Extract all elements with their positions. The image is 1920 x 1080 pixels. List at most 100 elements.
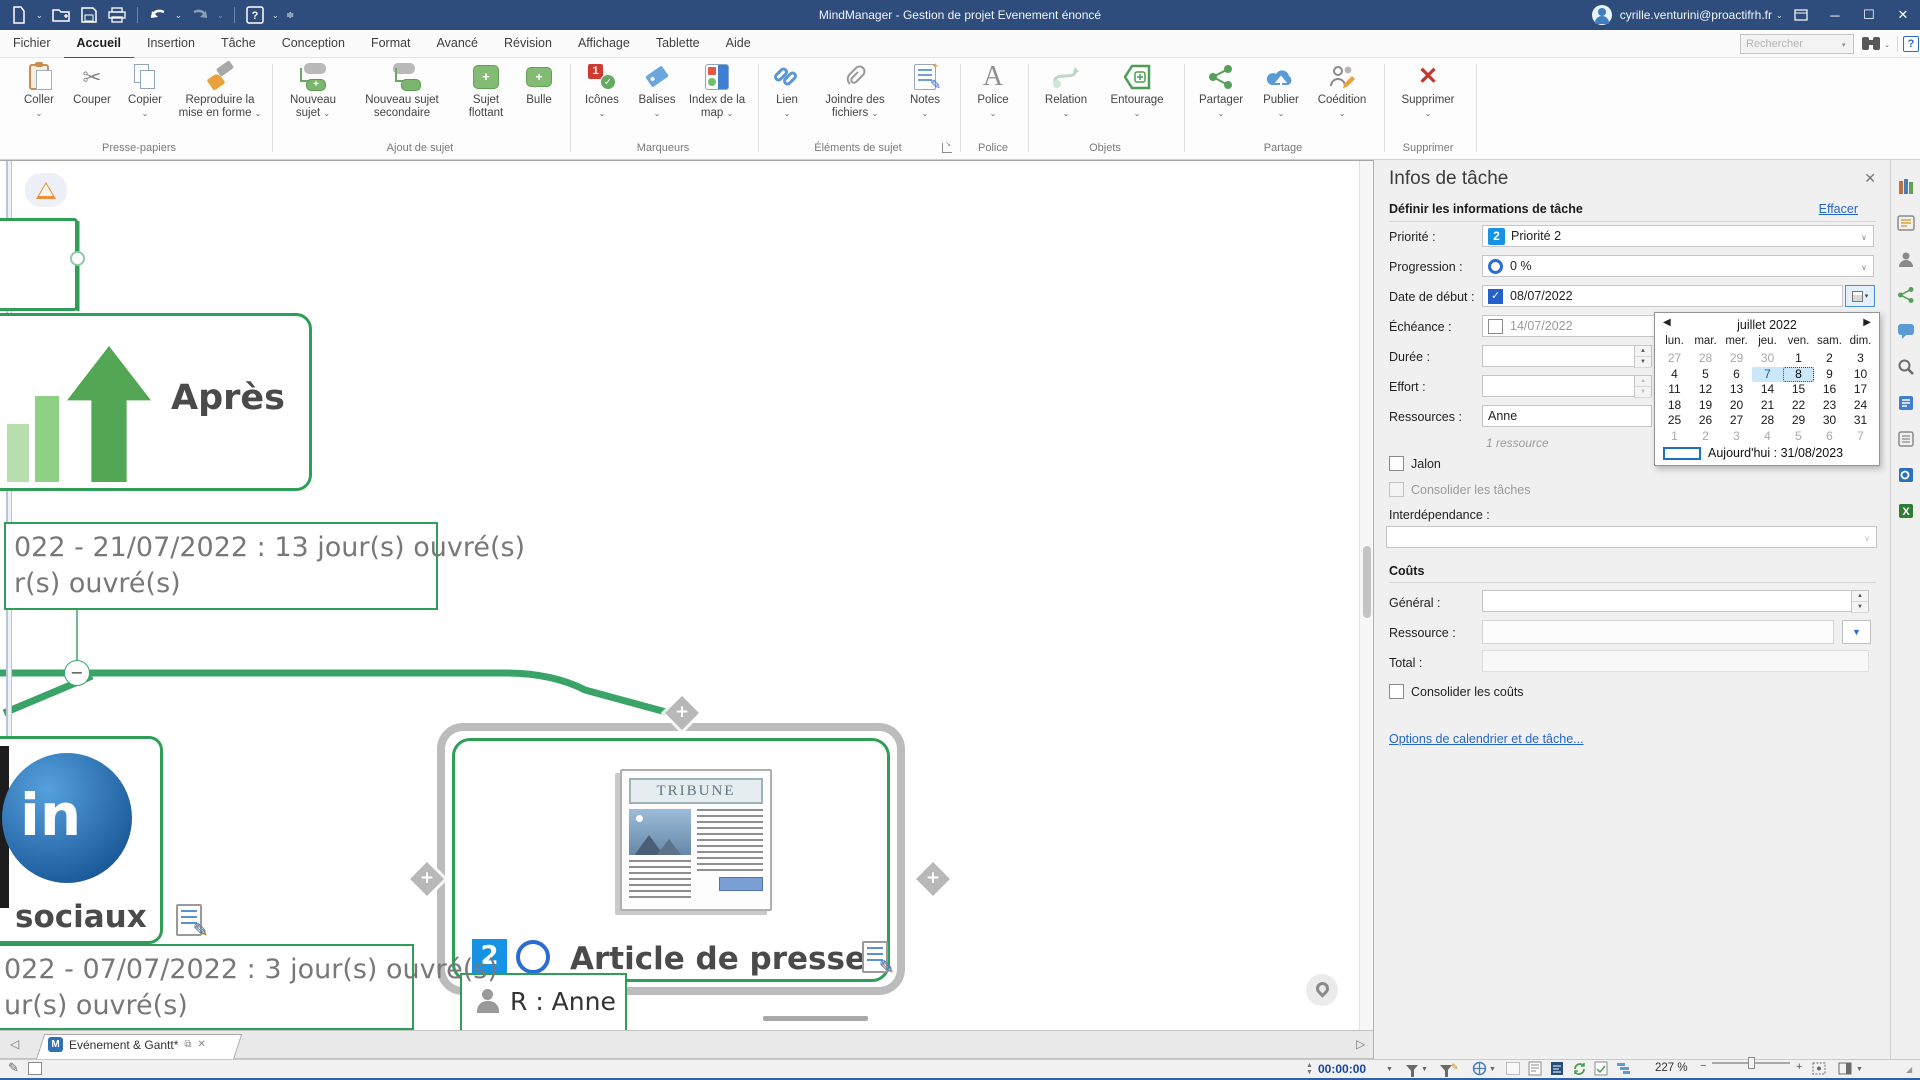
collapse-branch-button[interactable]: − [64,660,90,686]
search-dropdown-chevron[interactable]: ▾ [1842,41,1846,49]
general-cost-spinner[interactable]: ▲▼ [1851,591,1868,613]
topic-node-partial[interactable] [0,218,78,311]
tab-scroll-left-icon[interactable]: ◁ [10,1037,19,1051]
effort-input[interactable]: ▲▼ [1482,375,1652,397]
notes-attachment-icon[interactable] [862,941,888,973]
vertical-scrollbar[interactable] [1359,161,1373,1030]
calendar-day[interactable]: 29 [1783,413,1814,429]
task-info-callout[interactable]: 022 - 21/07/2022 : 13 jour(s) ouvré(s) r… [4,522,438,610]
locate-map-button[interactable] [1306,974,1338,1006]
tab-aide[interactable]: Aide [713,30,764,57]
close-button[interactable]: ✕ [1886,0,1920,30]
joindre-des-fichiers-button[interactable]: Joindre des fichiers ⌄ [812,62,898,120]
tab-close-icon[interactable]: ✕ [198,1039,206,1050]
calendar-day[interactable]: 6 [1814,429,1845,445]
warning-badge[interactable] [25,173,67,207]
tab-scroll-right-icon[interactable]: ▷ [1356,1037,1365,1051]
calendar-day[interactable]: 28 [1752,413,1783,429]
add-topic-handle-right[interactable]: + [916,862,950,896]
today-label[interactable]: Aujourd'hui : 31/08/2023 [1708,446,1843,460]
next-month-arrow[interactable]: ▶ [1863,317,1871,328]
tab-fichier[interactable]: Fichier [0,30,64,57]
partager-button[interactable]: Partager⌄ [1190,62,1252,120]
calendar-day[interactable]: 30 [1752,351,1783,367]
calendar-options-link[interactable]: Options de calendrier et de tâche... [1389,732,1584,746]
effort-spinner[interactable]: ▲▼ [1634,376,1651,398]
resources-combo[interactable]: Anne [1482,405,1652,427]
topic-label-article[interactable]: Article de presse [570,941,866,977]
calendar-day[interactable]: 19 [1690,398,1721,414]
calendar-day[interactable]: 4 [1752,429,1783,445]
tab-affichage[interactable]: Affichage [565,30,643,57]
calendar-day[interactable]: 11 [1659,382,1690,398]
calendar-day[interactable]: 3 [1845,351,1876,367]
filter-chevron[interactable]: ▼ [1421,1066,1428,1073]
calendar-day[interactable]: 5 [1690,367,1721,383]
tab-revision[interactable]: Révision [491,30,565,57]
pan-chevron[interactable]: ▼ [1489,1066,1496,1073]
schedule-view-icon[interactable] [1550,1061,1564,1079]
calendar-day[interactable]: 7 [1845,429,1876,445]
general-cost-input[interactable]: ▲▼ [1482,590,1869,612]
task-info-panel-icon[interactable] [1897,394,1915,412]
calendar-day[interactable]: 13 [1721,382,1752,398]
tab-conception[interactable]: Conception [269,30,358,57]
calendar-day[interactable]: 15 [1783,382,1814,398]
calendar-day[interactable]: 25 [1659,413,1690,429]
dialog-launcher-icon[interactable]: ↘ [942,143,952,153]
branch-handle[interactable] [70,251,85,266]
timer-chevron[interactable]: ▼ [1386,1066,1393,1073]
calendar-day[interactable]: 6 [1721,367,1752,383]
tab-tache[interactable]: Tâche [208,30,269,57]
account-email[interactable]: cyrille.venturini@proactifrh.fr [1620,8,1772,22]
map-parts-panel-icon[interactable] [1897,214,1915,232]
resources-panel-icon[interactable] [1897,250,1915,268]
contextual-help-icon[interactable]: ? [1903,36,1919,52]
progress-indicator[interactable] [516,940,550,974]
calendar-day[interactable]: 16 [1814,382,1845,398]
due-date-checkbox[interactable] [1488,319,1503,334]
progress-select[interactable]: 0 % ∨ [1482,255,1874,277]
calendar-day[interactable]: 4 [1659,367,1690,383]
add-topic-handle-left[interactable]: + [410,862,444,896]
task-info-callout[interactable]: 022 - 07/07/2022 : 3 jour(s) ouvré(s) ur… [0,944,414,1030]
notes-button[interactable]: ✦ Notes⌄ [900,62,950,120]
nouveau-sujet-button[interactable]: + Nouveau sujet ⌄ [278,62,348,120]
touch-mode-icon[interactable] [28,1062,42,1075]
panel-close-icon[interactable]: ✕ [1864,170,1876,187]
presentation-view-icon[interactable] [1506,1062,1520,1075]
search-panel-icon[interactable] [1897,358,1915,376]
tab-format[interactable]: Format [358,30,424,57]
relation-button[interactable]: Relation⌄ [1034,62,1098,120]
couper-button[interactable]: ✂ Couper [66,62,118,107]
document-tab-label[interactable]: Evénement & Gantt* [69,1038,178,1052]
map-canvas[interactable]: Après 022 - 21/07/2022 : 13 jour(s) ouvr… [0,160,1373,1030]
zoom-slider-thumb[interactable] [1748,1057,1755,1069]
add-topic-handle-top[interactable]: + [665,696,699,730]
pan-mode-icon[interactable] [1472,1061,1487,1079]
calendar-day[interactable]: 1 [1783,351,1814,367]
calendar-day[interactable]: 27 [1659,351,1690,367]
calendar-day[interactable]: 24 [1845,398,1876,414]
calendar-day[interactable]: 20 [1721,398,1752,414]
calendar-day[interactable]: 28 [1690,351,1721,367]
ribbon-display-options-icon[interactable] [1784,0,1818,30]
tab-tablette[interactable]: Tablette [643,30,713,57]
panel-layout-chevron[interactable]: ▼ [1856,1066,1863,1073]
calendar-day[interactable]: 12 [1690,382,1721,398]
calendar-day[interactable]: 1 [1659,429,1690,445]
calendar-day[interactable]: 8 [1783,367,1814,383]
calendar-day[interactable]: 18 [1659,398,1690,414]
icones-button[interactable]: 1✓ Icônes⌄ [576,62,628,120]
clear-link[interactable]: Effacer [1819,202,1858,216]
library-panel-icon[interactable] [1897,178,1915,196]
resource-cost-field[interactable] [1482,620,1834,644]
rollup-costs-checkbox[interactable] [1389,684,1404,699]
tab-accueil[interactable]: Accueil [64,30,134,60]
excel-panel-icon[interactable]: X [1897,502,1915,520]
calendar-day[interactable]: 9 [1814,367,1845,383]
start-date-calendar-button[interactable]: ▾ [1845,285,1875,307]
calendar-day[interactable]: 31 [1845,413,1876,429]
calendar-day[interactable]: 27 [1721,413,1752,429]
coller-button[interactable]: Coller⌄ [14,62,64,120]
